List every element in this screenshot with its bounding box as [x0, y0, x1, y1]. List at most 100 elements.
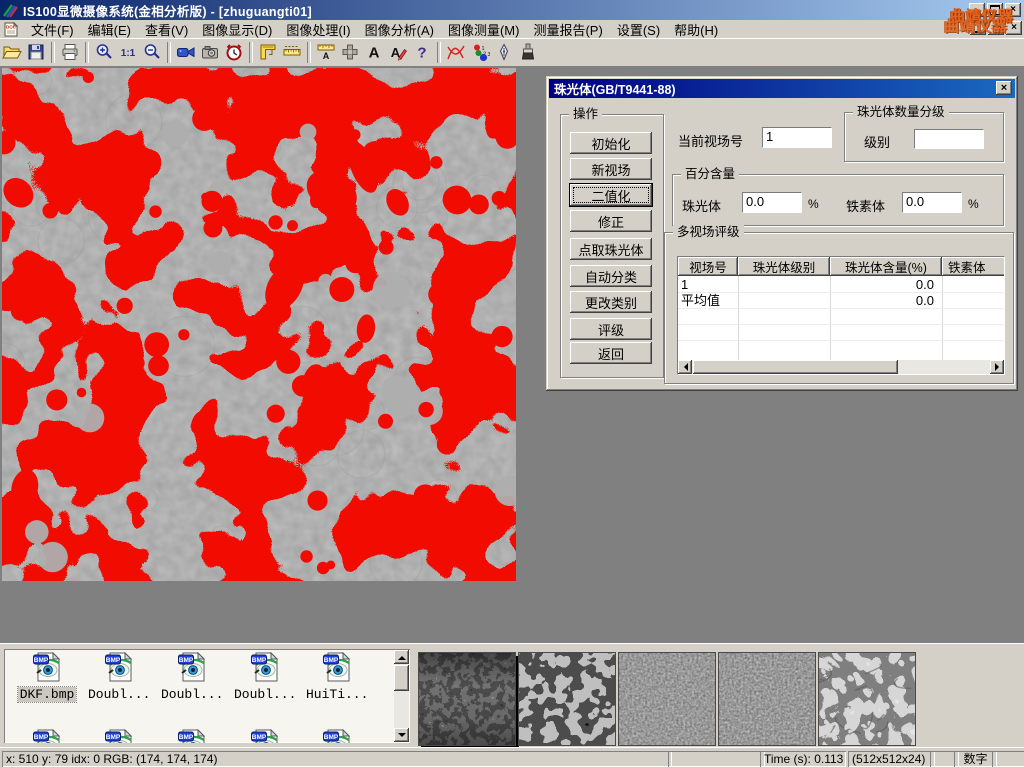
pick-pearlite-button[interactable]: 点取珠光体 — [570, 238, 652, 260]
print-icon[interactable] — [58, 41, 82, 64]
pen-icon[interactable] — [492, 41, 516, 64]
back-button[interactable]: 返回 — [570, 342, 652, 364]
svg-text:BMP: BMP — [179, 657, 194, 664]
col-header-pearlite[interactable]: 珠光体含量(%) — [830, 257, 942, 276]
menu-settings[interactable]: 设置(S) — [610, 19, 667, 40]
menu-file[interactable]: 文件(F) — [24, 19, 81, 40]
change-class-button[interactable]: 更改类别 — [570, 291, 652, 313]
file-item-partial[interactable]: BMP — [304, 729, 370, 743]
thumbnail-2[interactable] — [518, 652, 616, 746]
percent-group-label: 百分含量 — [681, 167, 739, 181]
menu-view[interactable]: 查看(V) — [138, 19, 195, 40]
bmp-file-icon: BMP — [104, 652, 134, 682]
brush-icon[interactable] — [516, 41, 540, 64]
menu-image-measure[interactable]: 图像测量(M) — [441, 19, 527, 40]
col-header-field[interactable]: 视场号 — [678, 257, 738, 276]
vendor-watermark-2: 曲靖仪器 — [944, 15, 1008, 36]
operation-group-label: 操作 — [569, 107, 602, 121]
thumbnail-4[interactable] — [718, 652, 816, 746]
binarize-button[interactable]: 二值化 — [570, 184, 652, 206]
file-item[interactable]: BMP Doubl... — [159, 652, 225, 702]
file-item[interactable]: BMP DKF.bmp — [14, 652, 80, 702]
open-icon[interactable] — [0, 41, 24, 64]
file-list-vscrollbar[interactable] — [394, 650, 409, 742]
dialog-title-bar[interactable]: 珠光体(GB/T9441-88) × — [549, 79, 1015, 98]
table-row-1-field[interactable]: 1 — [681, 277, 688, 293]
multifield-table[interactable]: 视场号 珠光体级别 珠光体含量(%) 铁素体 1 0.0 平均值 0.0 — [677, 256, 1005, 375]
pearlite-input[interactable]: 0.0 — [742, 192, 802, 213]
measure-text-icon[interactable]: A — [314, 41, 338, 64]
vscroll-down-icon[interactable] — [394, 728, 409, 742]
auto-classify-button[interactable]: 自动分类 — [570, 265, 652, 287]
vscroll-up-icon[interactable] — [394, 650, 409, 664]
file-item-partial[interactable]: BMP — [86, 729, 152, 743]
menu-measure-report[interactable]: 测量报告(P) — [526, 19, 609, 40]
grid-cross-icon[interactable] — [338, 41, 362, 64]
new-field-button[interactable]: 新视场 — [570, 158, 652, 180]
help-icon[interactable]: ? — [410, 41, 434, 64]
annotate-a-pencil-icon[interactable]: A — [386, 41, 410, 64]
application-window: IS100显微摄像系统(金相分析版) - [zhuguangti01] × 曲靖… — [0, 0, 1024, 768]
timer-clock-icon[interactable] — [222, 41, 246, 64]
col-header-ferrite[interactable]: 铁素体 — [942, 257, 1005, 276]
camera-icon[interactable] — [198, 41, 222, 64]
table-row-1-pearlite[interactable]: 0.0 — [830, 277, 934, 293]
table-row-avg-field[interactable]: 平均值 — [681, 293, 720, 309]
file-name[interactable]: Doubl... — [159, 687, 225, 702]
pearlite-dialog: 珠光体(GB/T9441-88) × 操作 初始化 新视场 二值化 修正 点取珠… — [546, 76, 1018, 391]
init-button[interactable]: 初始化 — [570, 132, 652, 154]
menu-image-process[interactable]: 图像处理(I) — [279, 19, 357, 40]
hscroll-thumb[interactable] — [693, 360, 898, 374]
table-row-avg-pearlite[interactable]: 0.0 — [830, 293, 934, 309]
menu-help[interactable]: 帮助(H) — [667, 19, 725, 40]
menu-edit[interactable]: 编辑(E) — [81, 19, 138, 40]
classify-balls-icon[interactable]: 123 — [468, 41, 492, 64]
text-a-icon[interactable]: A — [362, 41, 386, 64]
file-name[interactable]: DKF.bmp — [18, 687, 77, 702]
toolbar: 1:1 A A A ? 123 — [0, 38, 1024, 67]
caliper-icon[interactable] — [256, 41, 280, 64]
grade-input[interactable] — [914, 129, 984, 149]
file-item-partial[interactable]: BMP — [159, 729, 225, 743]
hscroll-left-icon[interactable] — [678, 360, 692, 374]
bmp-file-icon: BMP — [322, 652, 352, 682]
bmp-file-icon: BMP — [250, 729, 280, 743]
ferrite-input[interactable]: 0.0 — [902, 192, 962, 213]
vscroll-thumb[interactable] — [394, 665, 409, 691]
file-item-partial[interactable]: BMP — [14, 729, 80, 743]
micrograph-image[interactable] — [2, 68, 516, 581]
file-name[interactable]: HuiTi... — [304, 687, 370, 702]
file-name[interactable]: Doubl... — [86, 687, 152, 702]
thumbnail-5[interactable] — [818, 652, 916, 746]
file-item-partial[interactable]: BMP — [232, 729, 298, 743]
svg-text:BMP: BMP — [179, 734, 194, 741]
status-bar: x: 510 y: 79 idx: 0 RGB: (174, 174, 174)… — [0, 747, 1024, 768]
save-icon[interactable] — [24, 41, 48, 64]
spline-curve-icon[interactable] — [444, 41, 468, 64]
thumbnail-1[interactable] — [418, 652, 516, 746]
menu-image-display[interactable]: 图像显示(D) — [195, 19, 279, 40]
col-header-grade[interactable]: 珠光体级别 — [738, 257, 830, 276]
hscroll-right-icon[interactable] — [990, 360, 1004, 374]
table-hscrollbar[interactable] — [678, 360, 1004, 374]
file-name[interactable]: Doubl... — [232, 687, 298, 702]
actual-size-icon[interactable]: 1:1 — [116, 41, 140, 64]
svg-text:BMP: BMP — [34, 657, 49, 664]
file-item[interactable]: BMPDoubl... — [232, 652, 298, 702]
file-list[interactable]: BMP DKF.bmp BMP Doubl... BMP Doubl... BMP Do… — [4, 649, 410, 743]
grade-label: 级别 — [864, 132, 890, 151]
current-field-input[interactable]: 1 — [762, 127, 832, 148]
file-item[interactable]: BMP Doubl... — [86, 652, 152, 702]
correct-button[interactable]: 修正 — [570, 210, 652, 232]
dialog-close-icon[interactable]: × — [996, 81, 1012, 95]
video-camera-icon[interactable] — [174, 41, 198, 64]
menu-image-analysis[interactable]: 图像分析(A) — [358, 19, 441, 40]
svg-text:?: ? — [417, 45, 426, 62]
ruler-icon[interactable] — [280, 41, 304, 64]
file-item[interactable]: BMP HuiTi... — [304, 652, 370, 702]
rate-button[interactable]: 评级 — [570, 318, 652, 340]
thumbnail-3[interactable] — [618, 652, 716, 746]
ferrite-unit: % — [968, 197, 979, 211]
zoom-in-icon[interactable] — [92, 41, 116, 64]
zoom-out-icon[interactable] — [140, 41, 164, 64]
